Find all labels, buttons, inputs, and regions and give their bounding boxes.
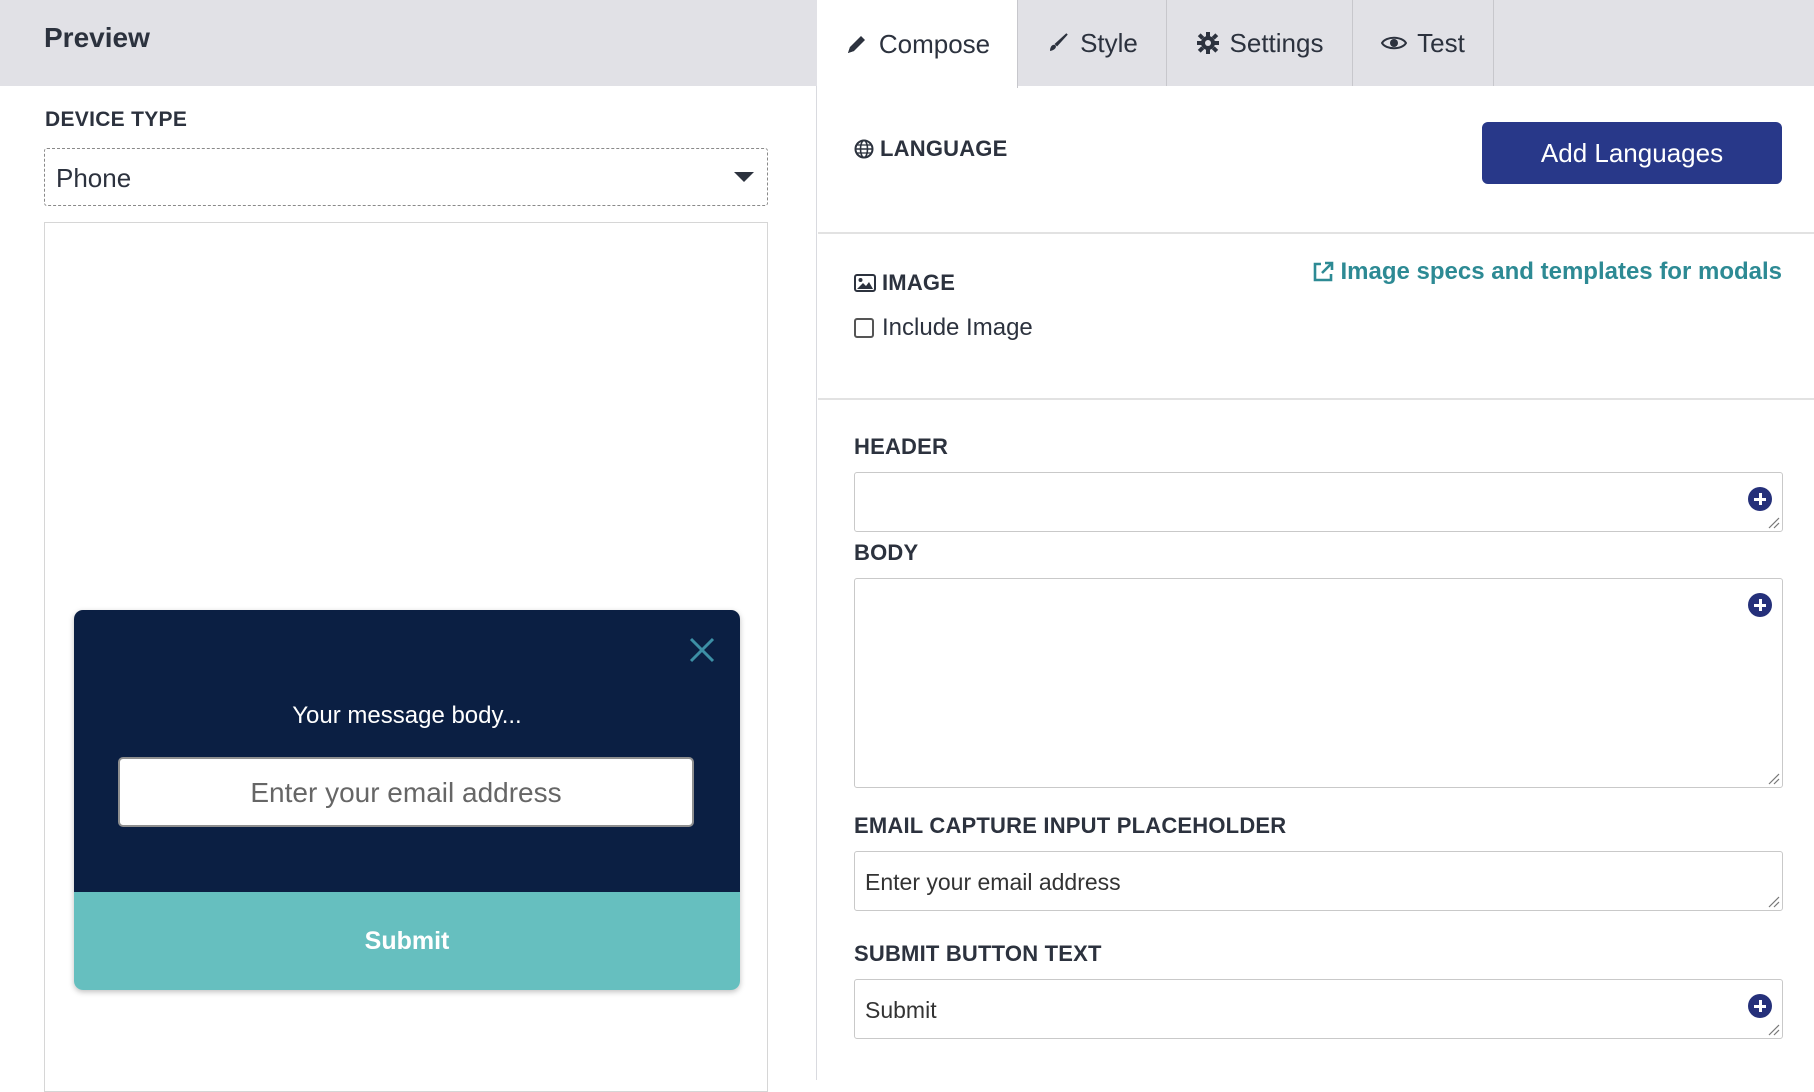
email-capture-value: Enter your email address: [865, 869, 1121, 895]
resize-handle-icon[interactable]: [1766, 515, 1780, 529]
gear-icon: [1196, 31, 1220, 55]
tab-style-label: Style: [1080, 27, 1138, 58]
image-specs-link-text: Image specs and templates for modals: [1340, 258, 1782, 285]
modal-body-text: Your message body...: [292, 702, 522, 729]
email-capture-input[interactable]: Enter your email address: [854, 851, 1783, 911]
editor-panel: Compose Style Settings Test LANGUAGE Add…: [818, 0, 1814, 1080]
add-languages-button[interactable]: Add Languages: [1482, 122, 1782, 184]
pencil-icon: [845, 32, 869, 56]
tab-settings-label: Settings: [1229, 27, 1324, 58]
add-personalization-icon[interactable]: [1748, 593, 1772, 617]
language-label-text: LANGUAGE: [880, 136, 1008, 161]
tab-settings[interactable]: Settings: [1167, 0, 1353, 86]
preview-title: Preview: [44, 22, 150, 53]
email-capture-label: EMAIL CAPTURE INPUT PLACEHOLDER: [854, 813, 1287, 838]
resize-handle-icon[interactable]: [1766, 894, 1780, 908]
modal-email-input[interactable]: Enter your email address: [118, 757, 694, 827]
tab-compose-label: Compose: [878, 28, 991, 59]
add-personalization-icon[interactable]: [1748, 487, 1772, 511]
language-label: LANGUAGE: [854, 136, 1008, 162]
submit-button-text-value: Submit: [865, 997, 937, 1023]
preview-header: Preview: [0, 0, 817, 86]
header-input[interactable]: [854, 472, 1783, 532]
external-link-icon: [1311, 260, 1335, 284]
include-image-checkbox[interactable]: [854, 318, 874, 338]
add-personalization-icon[interactable]: [1748, 994, 1772, 1018]
device-type-value: Phone: [56, 163, 132, 193]
language-section: LANGUAGE Add Languages: [818, 86, 1814, 234]
body-input[interactable]: [854, 578, 1783, 788]
image-label: IMAGE: [854, 270, 955, 296]
modal-email-placeholder: Enter your email address: [250, 777, 562, 808]
resize-handle-icon[interactable]: [1766, 1022, 1780, 1036]
submit-button-text-input[interactable]: Submit: [854, 979, 1783, 1039]
resize-handle-icon[interactable]: [1766, 771, 1780, 785]
device-type-label: DEVICE TYPE: [45, 108, 188, 131]
close-icon[interactable]: [684, 632, 720, 668]
globe-icon: [854, 139, 874, 159]
header-label: HEADER: [854, 434, 949, 459]
include-image-row: Include Image: [854, 314, 1033, 342]
tab-bar: Compose Style Settings Test: [818, 0, 1814, 88]
preview-panel: Preview DEVICE TYPE Phone Your message b…: [0, 0, 817, 1092]
device-type-select[interactable]: Phone: [44, 148, 768, 206]
brush-icon: [1046, 31, 1070, 55]
image-specs-link[interactable]: Image specs and templates for modals: [1311, 258, 1782, 286]
image-section: IMAGE Image specs and templates for moda…: [818, 234, 1814, 400]
tab-test-label: Test: [1417, 27, 1465, 58]
caret-down-icon: [734, 172, 754, 182]
modal-content: Your message body... Enter your email ad…: [74, 610, 740, 892]
tab-compose[interactable]: Compose: [818, 0, 1018, 88]
eye-icon: [1381, 31, 1408, 55]
modal-submit-button[interactable]: Submit: [74, 892, 740, 990]
submit-button-text-label: SUBMIT BUTTON TEXT: [854, 941, 1102, 966]
image-icon: [854, 274, 876, 292]
image-label-text: IMAGE: [882, 270, 956, 295]
modal-preview: Your message body... Enter your email ad…: [74, 610, 740, 990]
body-label: BODY: [854, 540, 919, 565]
include-image-label: Include Image: [882, 314, 1033, 341]
tab-test[interactable]: Test: [1353, 0, 1494, 86]
tab-style[interactable]: Style: [1018, 0, 1167, 86]
